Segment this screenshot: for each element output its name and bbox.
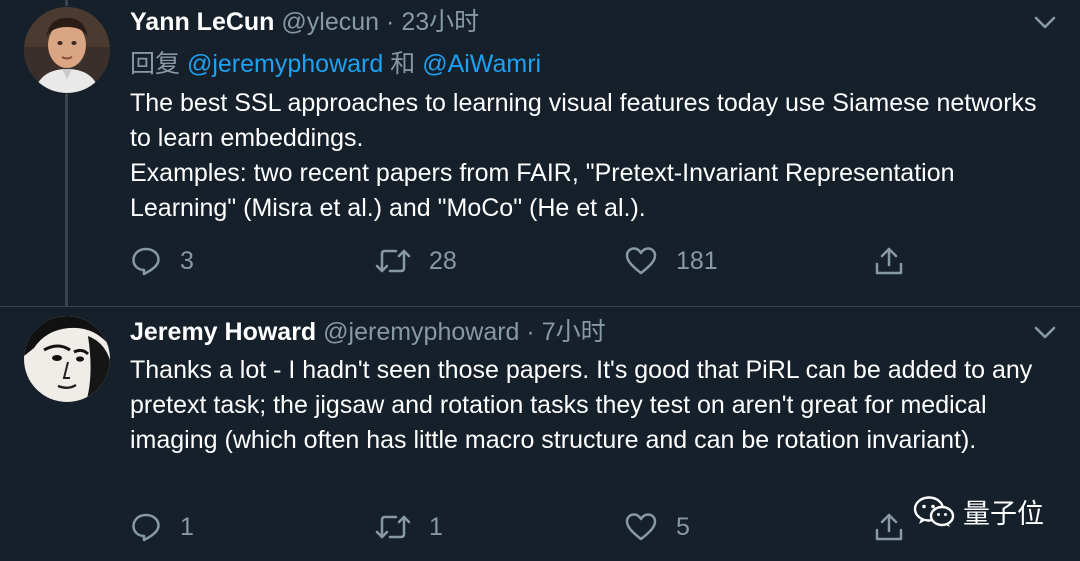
tweet-ylecun[interactable]: Yann LeCun @ylecun · 23小时 回复 @jeremyphow… — [0, 0, 1080, 306]
reply-conjunction: 和 — [390, 50, 416, 78]
avatar-jeremyphoward-image — [24, 316, 110, 402]
like-button[interactable]: 181 — [624, 244, 718, 278]
like-count: 5 — [676, 512, 690, 541]
tweet-text-line: Examples: two recent papers from FAIR, "… — [130, 159, 955, 222]
wechat-icon — [913, 495, 955, 527]
tweet-text: Thanks a lot - I hadn't seen those paper… — [130, 353, 1050, 458]
tweet-actions: 3 28 181 — [130, 244, 920, 278]
reply-prefix: 回复 — [130, 50, 181, 78]
avatar[interactable] — [24, 316, 110, 402]
reply-button[interactable]: 1 — [130, 510, 194, 544]
handle[interactable]: @jeremyphoward — [323, 318, 519, 346]
like-count: 181 — [676, 246, 718, 275]
retweet-button[interactable]: 1 — [375, 510, 443, 544]
timestamp[interactable]: 7小时 — [542, 318, 606, 346]
timeline: Yann LeCun @ylecun · 23小时 回复 @jeremyphow… — [0, 0, 1080, 561]
retweet-icon — [375, 515, 411, 539]
retweet-button[interactable]: 28 — [375, 244, 457, 278]
timestamp[interactable]: 23小时 — [401, 8, 479, 36]
tweet-actions: 1 1 5 — [130, 510, 920, 544]
tweet-header: Jeremy Howard @jeremyphoward · 7小时 — [130, 317, 606, 347]
mention-link[interactable]: @AiWamri — [422, 50, 541, 78]
mention-link[interactable]: @jeremyphoward — [187, 50, 383, 78]
watermark-label: 量子位 — [963, 499, 1044, 530]
separator: · — [386, 8, 395, 36]
chevron-down-icon[interactable] — [1032, 10, 1058, 36]
share-icon — [875, 513, 903, 541]
display-name[interactable]: Jeremy Howard — [130, 318, 316, 346]
retweet-count: 28 — [429, 246, 457, 275]
reply-context: 回复 @jeremyphoward 和 @AiWamri — [130, 49, 541, 79]
reply-count: 3 — [180, 246, 194, 275]
reply-button[interactable]: 3 — [130, 244, 194, 278]
handle[interactable]: @ylecun — [281, 8, 379, 36]
reply-icon — [132, 247, 160, 276]
share-icon — [875, 247, 903, 275]
retweet-icon — [375, 249, 411, 273]
heart-icon — [625, 247, 657, 275]
tweet-text: The best SSL approaches to learning visu… — [130, 86, 1050, 226]
watermark: 量子位 — [913, 492, 1044, 531]
tweet-text-line: The best SSL approaches to learning visu… — [130, 89, 1037, 152]
avatar-ylecun-image — [24, 7, 110, 93]
reply-count: 1 — [180, 512, 194, 541]
separator: · — [526, 318, 535, 346]
tweet-text-line: Thanks a lot - I hadn't seen those paper… — [130, 356, 1033, 454]
display-name[interactable]: Yann LeCun — [130, 8, 274, 36]
retweet-count: 1 — [429, 512, 443, 541]
reply-icon — [132, 513, 160, 542]
like-button[interactable]: 5 — [624, 510, 690, 544]
avatar[interactable] — [24, 7, 110, 93]
chevron-down-icon[interactable] — [1032, 320, 1058, 346]
tweet-header: Yann LeCun @ylecun · 23小时 — [130, 7, 479, 37]
heart-icon — [625, 513, 657, 541]
share-button[interactable] — [873, 244, 923, 278]
